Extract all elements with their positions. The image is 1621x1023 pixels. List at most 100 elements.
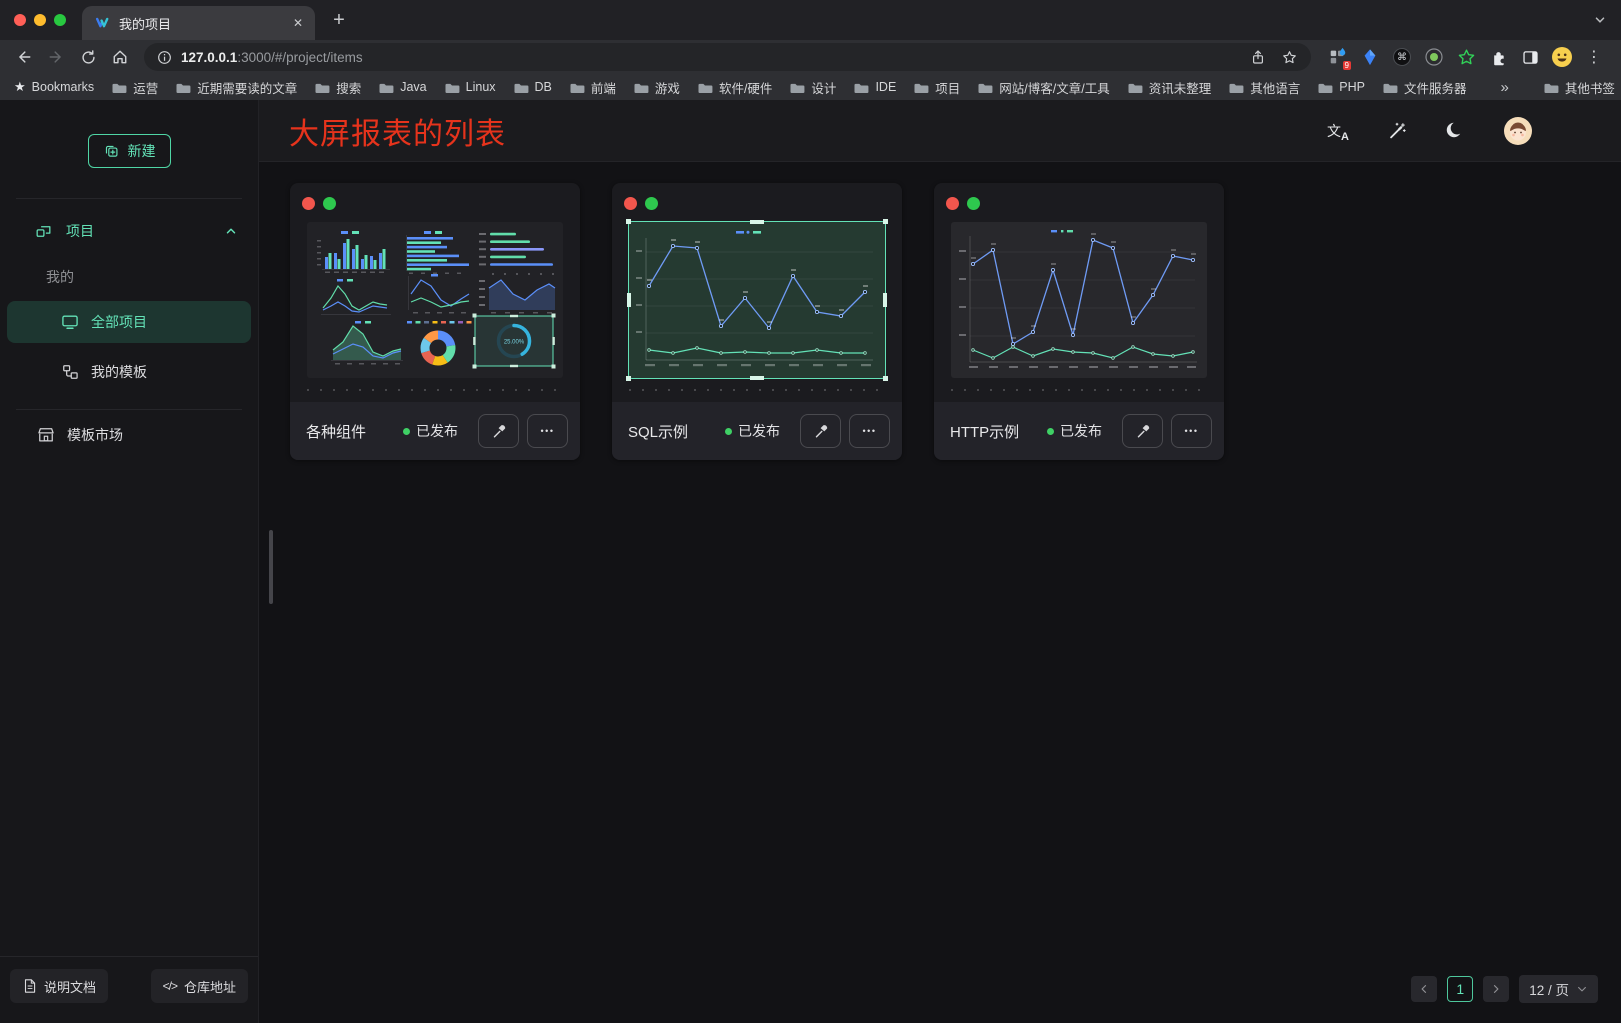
card-thumbnail[interactable] — [629, 222, 885, 378]
sidebar-item-all-projects[interactable]: 全部项目 — [7, 301, 251, 343]
repo-button[interactable]: </> 仓库地址 — [151, 969, 248, 1003]
bookmark-folder[interactable]: Linux — [444, 80, 496, 94]
url-text[interactable]: 127.0.0.1:3000/#/project/items — [181, 50, 363, 65]
tampermonkey-extension-icon[interactable]: 9 — [1327, 46, 1349, 68]
star-extension-icon[interactable] — [1455, 46, 1477, 68]
bookmark-label: 其他语言 — [1250, 78, 1300, 97]
tab-close-icon[interactable]: ✕ — [289, 14, 307, 32]
create-project-button[interactable]: 新建 — [88, 134, 171, 168]
repo-button-label: 仓库地址 — [184, 977, 236, 996]
kite-extension-icon[interactable] — [1359, 46, 1381, 68]
user-avatar[interactable] — [1503, 116, 1533, 146]
language-toggle-button[interactable]: 文 A — [1327, 121, 1349, 141]
project-card[interactable]: HTTP示例 已发布 ••• — [934, 183, 1224, 460]
gauge-value: 25.00% — [504, 340, 525, 346]
command-glyph: ⌘ — [1397, 52, 1407, 63]
sidepanel-icon[interactable] — [1519, 46, 1541, 68]
bookmark-folder[interactable]: 运营 — [111, 78, 158, 97]
bookmark-folder[interactable]: 软件/硬件 — [697, 78, 772, 97]
bookmark-label: Bookmarks — [32, 80, 95, 94]
command-extension-icon[interactable]: ⌘ — [1391, 46, 1413, 68]
puzzle-extensions-icon[interactable] — [1487, 46, 1509, 68]
bookmark-folder[interactable]: 搜索 — [314, 78, 361, 97]
theme-wand-button[interactable] — [1387, 121, 1407, 141]
folder-icon — [1543, 81, 1559, 94]
docs-button[interactable]: 说明文档 — [10, 969, 108, 1003]
more-icon: ••• — [863, 426, 877, 436]
sidebar-divider — [16, 409, 242, 410]
forward-button[interactable] — [42, 43, 70, 71]
more-actions-button[interactable]: ••• — [849, 414, 890, 448]
selection-handle — [750, 376, 764, 380]
prev-page-button[interactable] — [1411, 976, 1437, 1002]
scrollbar-thumb[interactable] — [269, 530, 273, 604]
bookmark-folder[interactable]: 项目 — [913, 78, 960, 97]
page-size-select[interactable]: 12 / 页 — [1519, 975, 1598, 1003]
browser-tab[interactable]: 我的项目 ✕ — [82, 6, 315, 40]
project-card[interactable]: SQL示例 已发布 ••• — [612, 183, 902, 460]
profile-avatar-icon[interactable] — [1551, 46, 1573, 68]
bookmark-folder[interactable]: 游戏 — [633, 78, 680, 97]
bookmark-folder[interactable]: 前端 — [569, 78, 616, 97]
address-bar[interactable]: 127.0.0.1:3000/#/project/items — [144, 43, 1311, 71]
bookmark-folder[interactable]: PHP — [1317, 80, 1365, 94]
dark-mode-button[interactable] — [1445, 121, 1465, 141]
chevron-left-icon — [1418, 983, 1430, 995]
edit-project-button[interactable] — [478, 414, 519, 448]
back-button[interactable] — [10, 43, 38, 71]
bookmark-folder[interactable]: 文件服务器 — [1382, 78, 1467, 97]
bookmark-folder[interactable]: 资讯未整理 — [1127, 78, 1212, 97]
bookmark-folder[interactable]: 网站/博客/文章/工具 — [977, 78, 1109, 97]
site-info-icon[interactable] — [157, 50, 172, 65]
bookmarks-overflow[interactable]: » — [1500, 79, 1508, 96]
magic-wand-icon — [1387, 121, 1407, 141]
edit-project-button[interactable] — [800, 414, 841, 448]
card-thumbnail[interactable]: 25.00% — [307, 222, 563, 378]
new-tab-button[interactable]: + — [325, 6, 353, 34]
monitor-icon — [60, 312, 80, 332]
status-label: 已发布 — [1060, 421, 1102, 441]
more-actions-button[interactable]: ••• — [1171, 414, 1212, 448]
green-dot-icon — [645, 197, 658, 210]
other-bookmarks[interactable]: 其他书签 — [1543, 78, 1615, 97]
bookmark-folder[interactable]: Java — [378, 80, 426, 94]
bookmark-folder[interactable]: 设计 — [789, 78, 836, 97]
bookmark-label: 项目 — [935, 78, 960, 97]
window-minimize-button[interactable] — [34, 14, 46, 26]
star-icon: ★ — [14, 79, 26, 95]
home-button[interactable] — [106, 43, 134, 71]
card-thumbnail[interactable] — [951, 222, 1207, 378]
sidebar-item-template-market[interactable]: 模板市场 — [7, 414, 251, 456]
hammer-icon — [1134, 422, 1152, 440]
bookmark-folder[interactable]: 近期需要读的文章 — [175, 78, 297, 97]
selection-handle — [626, 376, 631, 381]
reload-button[interactable] — [74, 43, 102, 71]
window-zoom-button[interactable] — [54, 14, 66, 26]
bookmark-star-icon[interactable] — [1281, 49, 1298, 66]
bookmark-label: 其他书签 — [1565, 78, 1615, 97]
current-page-button[interactable]: 1 — [1447, 976, 1473, 1002]
sidebar-item-label: 全部项目 — [91, 312, 147, 332]
bookmark-folder[interactable]: IDE — [853, 80, 896, 94]
bookmark-folder[interactable]: 其他语言 — [1228, 78, 1300, 97]
bookmarks-root[interactable]: ★ Bookmarks — [14, 79, 94, 95]
project-card[interactable]: 25.00% 各种组件 已发布 ••• — [290, 183, 580, 460]
bookmark-folder[interactable]: DB — [513, 80, 552, 94]
browser-menu-icon[interactable]: ⋮ — [1583, 46, 1605, 68]
window-close-button[interactable] — [14, 14, 26, 26]
chevron-up-icon[interactable] — [224, 224, 238, 238]
next-page-button[interactable] — [1483, 976, 1509, 1002]
share-icon[interactable] — [1250, 49, 1266, 65]
bookmark-label: 资讯未整理 — [1149, 78, 1212, 97]
folder-icon — [513, 81, 529, 94]
tab-search-icon[interactable] — [1593, 13, 1621, 27]
edit-project-button[interactable] — [1122, 414, 1163, 448]
recorder-extension-icon[interactable] — [1423, 46, 1445, 68]
sidebar-item-my-templates[interactable]: 我的模板 — [7, 351, 251, 393]
folder-icon — [1228, 81, 1244, 94]
translate-icon: 文 A — [1327, 121, 1349, 141]
green-dot-icon — [323, 197, 336, 210]
more-actions-button[interactable]: ••• — [527, 414, 568, 448]
selection-handle — [883, 219, 888, 224]
sidebar-section-projects[interactable]: 项目 — [0, 199, 258, 241]
